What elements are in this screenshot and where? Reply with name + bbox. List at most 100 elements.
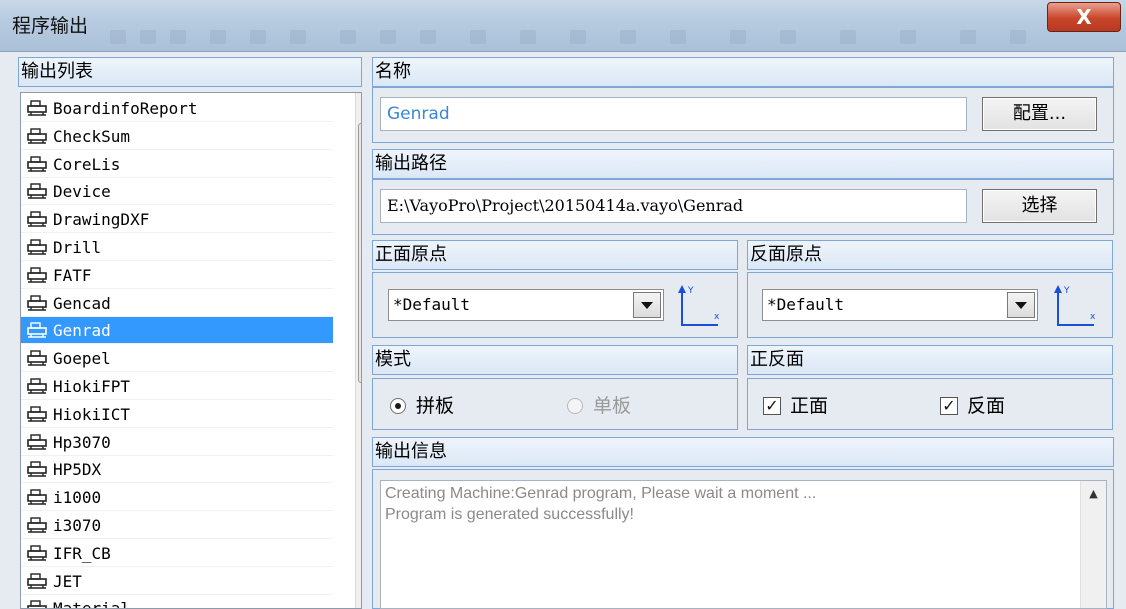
list-item[interactable]: CoreLis (21, 151, 333, 178)
output-info-textarea[interactable]: Creating Machine:Genrad program, Please … (380, 480, 1107, 609)
list-item-label: FATF (53, 265, 92, 285)
printer-module-icon (27, 600, 47, 608)
front-origin-header: 正面原点 (372, 240, 738, 270)
single-board-radio (567, 398, 583, 414)
background-toolbar-icons (110, 30, 1026, 44)
list-item[interactable]: Gencad (21, 290, 333, 317)
front-side-label: 正面 (790, 395, 829, 417)
list-item-label: Genrad (53, 321, 111, 341)
front-side-checkbox[interactable]: ✓ (763, 397, 781, 415)
output-info-header: 输出信息 (372, 437, 1114, 467)
list-item[interactable]: i1000 (21, 484, 333, 512)
info-scrollbar[interactable]: ▲ (1080, 481, 1106, 608)
list-item-label: i1000 (53, 488, 102, 508)
name-input[interactable]: Genrad (380, 97, 967, 131)
panel-mode-label: 拼板 (416, 395, 455, 417)
window-titlebar: 程序输出 X (0, 0, 1126, 52)
sides-header: 正反面 (747, 345, 1113, 375)
printer-module-icon (27, 128, 47, 144)
list-item[interactable]: CheckSum (21, 123, 333, 150)
back-origin-select[interactable]: *Default (762, 289, 1038, 321)
list-item[interactable]: BoardinfoReport (21, 95, 333, 122)
back-axis-x-label: x (1090, 312, 1096, 322)
list-item[interactable]: Genrad (21, 317, 333, 345)
scroll-up-icon[interactable]: ▲ (356, 93, 361, 121)
list-item-label: JET (53, 571, 82, 591)
scroll-thumb[interactable] (358, 123, 361, 383)
list-item-label: CheckSum (53, 126, 131, 146)
output-path-input[interactable]: E:\VayoPro\Project\20150414a.vayo\Genrad (380, 189, 967, 223)
output-list[interactable]: BoardinfoReport CheckSum CoreLis Device Draw… (20, 92, 362, 609)
list-item[interactable]: HiokiFPT (21, 373, 333, 400)
list-item[interactable]: IFR_CB (21, 540, 333, 567)
front-axis-icon[interactable]: Y x (676, 283, 722, 329)
list-item[interactable]: JET (21, 568, 333, 595)
front-origin-value: *Default (393, 295, 471, 314)
scroll-up-icon[interactable]: ▲ (1081, 487, 1106, 500)
list-item-label: Hp3070 (53, 432, 111, 452)
list-item-label: Device (53, 182, 111, 202)
printer-module-icon (27, 239, 47, 255)
list-item-label: i3070 (53, 516, 102, 535)
list-item[interactable]: Goepel (21, 345, 333, 373)
chevron-down-icon[interactable] (633, 292, 661, 318)
printer-module-icon (27, 517, 47, 533)
list-item[interactable]: Drill (21, 234, 333, 261)
printer-module-icon (27, 267, 47, 283)
list-item-label: Drill (53, 238, 102, 257)
check-icon: ✓ (765, 396, 779, 415)
list-item[interactable]: HP5DX (21, 456, 333, 484)
single-board-label: 单板 (593, 395, 632, 417)
window-title: 程序输出 (12, 15, 89, 37)
back-axis-y-label: Y (1063, 286, 1070, 296)
list-item[interactable]: HiokiICT (21, 401, 333, 428)
close-button[interactable]: X (1047, 2, 1121, 32)
printer-module-icon (27, 211, 47, 227)
list-item[interactable]: Hp3070 (21, 429, 333, 456)
list-item[interactable]: DrawingDXF (21, 206, 333, 234)
back-side-checkbox[interactable]: ✓ (940, 397, 958, 415)
list-item-label: Goepel (53, 349, 111, 369)
panel-mode-radio[interactable] (390, 398, 406, 414)
printer-module-icon (27, 545, 47, 561)
printer-module-icon (27, 322, 47, 339)
front-axis-y-label: Y (687, 286, 694, 296)
list-item-label: CoreLis (53, 154, 121, 174)
printer-module-icon (27, 378, 47, 394)
list-item[interactable]: i3070 (21, 512, 333, 539)
config-button[interactable]: 配置... (982, 97, 1097, 131)
mode-header: 模式 (372, 345, 738, 375)
list-item-label: Gencad (53, 293, 111, 313)
printer-module-icon (27, 155, 47, 172)
printer-module-icon (27, 433, 47, 450)
list-item[interactable]: Device (21, 178, 333, 206)
info-line-1: Creating Machine:Genrad program, Please … (385, 485, 817, 502)
list-item[interactable]: Material (21, 595, 333, 609)
list-scrollbar[interactable]: ▲ (355, 93, 361, 608)
front-axis-x-label: x (714, 312, 720, 322)
printer-module-icon (27, 183, 47, 200)
printer-module-icon (27, 461, 47, 478)
printer-module-icon (27, 489, 47, 505)
chevron-down-icon[interactable] (1007, 292, 1035, 318)
printer-module-icon (27, 406, 47, 422)
list-item-label: HiokiICT (53, 404, 131, 424)
select-path-button[interactable]: 选择 (982, 189, 1097, 223)
printer-module-icon (27, 572, 47, 589)
list-item-label: BoardinfoReport (53, 99, 198, 118)
list-item[interactable]: FATF (21, 262, 333, 289)
printer-module-icon (27, 100, 47, 116)
front-origin-select[interactable]: *Default (388, 289, 664, 321)
back-side-label: 反面 (967, 395, 1006, 417)
list-item-label: HiokiFPT (53, 377, 131, 396)
output-list-header: 输出列表 (18, 57, 362, 87)
list-item-label: HP5DX (53, 460, 102, 480)
name-header: 名称 (372, 57, 1114, 87)
list-item-label: Material (53, 599, 131, 609)
back-axis-icon[interactable]: Y x (1052, 283, 1098, 329)
back-origin-value: *Default (767, 295, 845, 314)
printer-module-icon (27, 294, 47, 311)
printer-module-icon (27, 350, 47, 366)
info-line-2: Program is generated successfully! (385, 506, 634, 523)
list-item-label: IFR_CB (53, 543, 111, 563)
